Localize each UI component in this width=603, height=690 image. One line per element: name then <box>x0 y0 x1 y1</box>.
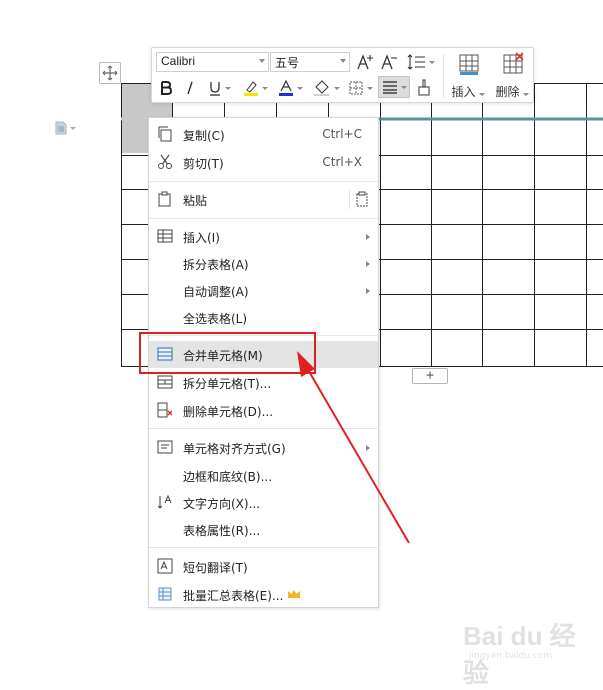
baidu-jingyan-watermark: Bai du 经验 jingyan.baidu.com <box>463 612 583 688</box>
watermark-url: jingyan.baidu.com <box>469 651 553 661</box>
annotation-arrow <box>297 351 410 544</box>
